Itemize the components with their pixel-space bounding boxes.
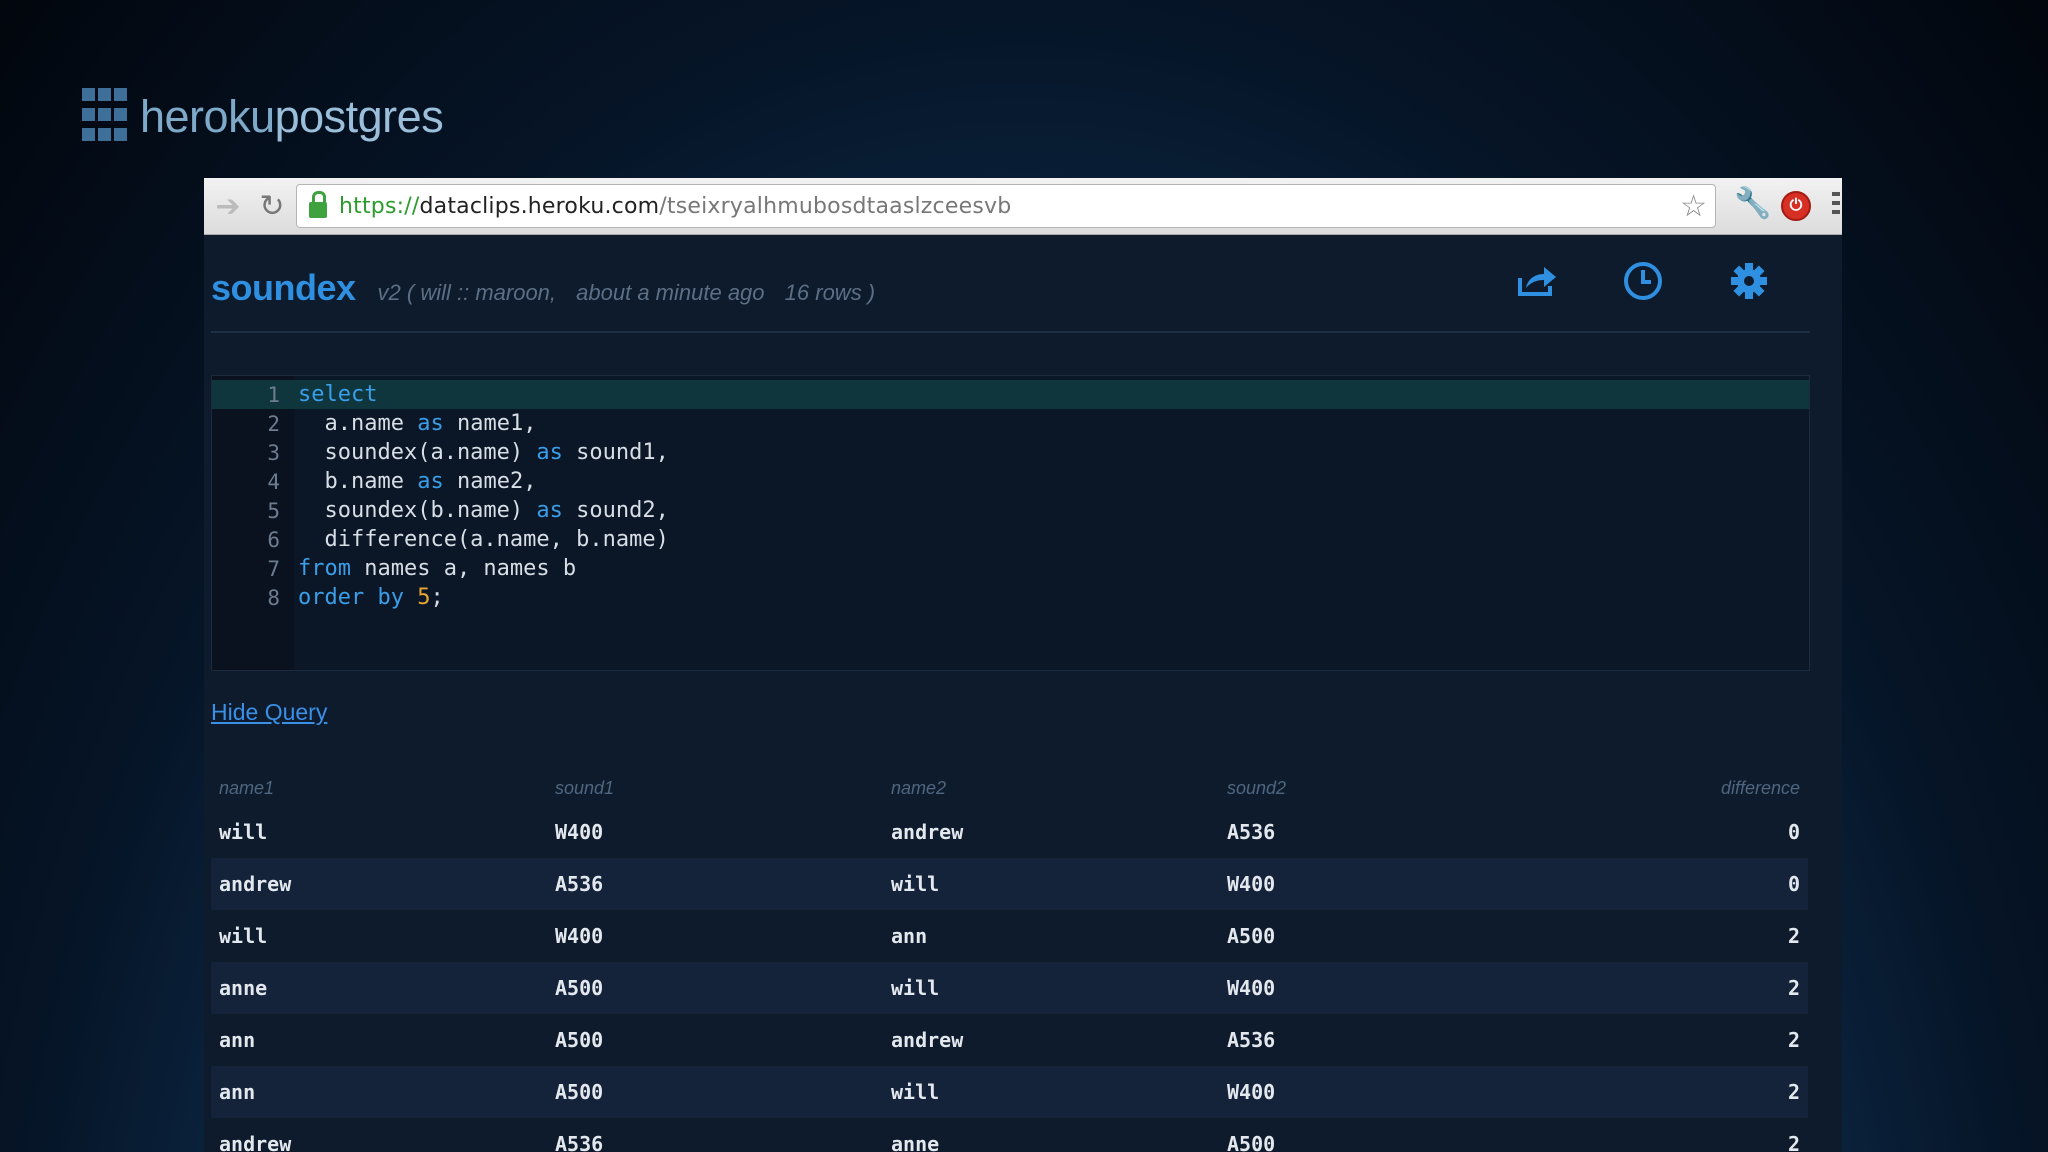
logo-grid-icon [82,88,128,146]
table-cell-name2: will [883,962,1219,1014]
code-text: select [298,382,378,407]
lock-icon [309,191,327,218]
clip-title: soundex [211,267,356,308]
table-cell-sound1: A500 [547,1066,883,1118]
column-header-sound2[interactable]: sound2 [1219,770,1555,806]
table-cell-sound2: A500 [1227,1132,1276,1152]
table-cell-sound2: W400 [1219,1066,1555,1118]
code-line: 3 soundex(a.name) as sound1, [212,438,1809,467]
results-header-row: name1 sound1 name2 sound2 difference [211,770,1808,806]
logo-text: herokupostgres [140,91,444,142]
table-cell-name1: anne [211,962,547,1014]
url-text: https://dataclips.heroku.com/tseixryalhm… [339,193,1012,219]
line-number: 2 [267,411,280,436]
code-line: 7 from names a, names b [212,554,1809,583]
herokupostgres-logo: herokupostgres [82,88,444,146]
table-cell-name1: andrew [219,1132,292,1152]
table-cell-difference: 2 [1787,1132,1800,1152]
table-cell-name1: will [219,820,268,844]
table-cell-name2: anne [891,1132,940,1152]
table-cell-sound2: A536 [1227,1028,1276,1052]
code-line: 6 difference(a.name, b.name) [212,525,1809,554]
menu-icon[interactable] [1832,192,1840,218]
sql-editor[interactable]: 1 select 2 a.name as name1, 3 soundex(a.nam… [211,375,1810,671]
table-cell-difference: 0 [1787,820,1800,844]
code-text: from names a, names b [298,556,577,581]
table-cell-name2: will [883,1066,1219,1118]
results-table: name1 sound1 name2 sound2 difference will W40… [211,770,1808,1152]
table-cell-difference: 2 [1555,962,1808,1014]
table-cell-difference: 2 [1787,1028,1800,1052]
code-line: 1 select [212,380,1809,409]
settings-gear-icon[interactable] [1722,259,1776,303]
wrench-icon[interactable]: 🔧 [1734,186,1771,221]
column-header-name2[interactable]: name2 [883,770,1219,806]
table-cell-sound1: A536 [547,858,883,910]
clip-meta: v2 ( will :: maroon, about a minute ago … [377,280,876,305]
table-row: will W400 andrew A536 0 [211,806,1808,858]
table-row: ann A500 will W400 2 [211,1066,1808,1118]
table-cell-sound2: W400 [1219,962,1555,1014]
table-cell-name1: ann [219,1028,256,1052]
line-number: 3 [267,440,280,465]
table-cell-difference: 2 [1555,1066,1808,1118]
code-text: a.name as name1, [298,411,537,436]
bookmark-star-icon[interactable]: ☆ [1680,189,1707,224]
extension-icon[interactable]: ⏻ [1781,191,1811,221]
table-cell-name1: will [219,924,268,948]
table-cell-sound2: A536 [1227,820,1276,844]
code-line: 5 soundex(b.name) as sound2, [212,496,1809,525]
reload-icon[interactable]: ↻ [250,184,294,228]
table-cell-name1: ann [211,1066,547,1118]
code-text: b.name as name2, [298,469,537,494]
address-bar[interactable]: https://dataclips.heroku.com/tseixryalhm… [296,184,1716,228]
history-clock-icon[interactable] [1616,259,1670,303]
forward-icon[interactable]: ➔ [206,184,250,228]
table-cell-name2: ann [891,924,928,948]
column-header-sound1[interactable]: sound1 [547,770,883,806]
code-text: soundex(a.name) as sound1, [298,440,669,465]
column-header-name1[interactable]: name1 [211,770,547,806]
table-row: anne A500 will W400 2 [211,962,1808,1014]
table-cell-sound1: W400 [555,820,604,844]
table-cell-difference: 0 [1555,858,1808,910]
browser-window: ➔ ↻ https://dataclips.heroku.com/tseixry… [204,178,1842,1152]
table-cell-sound1: W400 [555,924,604,948]
table-row: andrew A536 anne A500 2 [211,1118,1808,1152]
clip-header: soundex v2 ( will :: maroon, about a min… [211,235,1810,333]
table-cell-sound2: W400 [1219,858,1555,910]
table-cell-sound1: A536 [555,1132,604,1152]
table-cell-difference: 2 [1787,924,1800,948]
code-text: order by 5; [298,585,444,610]
browser-toolbar: ➔ ↻ https://dataclips.heroku.com/tseixry… [204,178,1842,235]
line-number: 6 [267,527,280,552]
table-row: will W400 ann A500 2 [211,910,1808,962]
line-number: 5 [267,498,280,523]
table-cell-name1: andrew [211,858,547,910]
table-cell-sound1: A500 [547,962,883,1014]
line-number: 4 [267,469,280,494]
line-number: 1 [267,382,280,407]
line-number: 8 [267,585,280,610]
table-row: ann A500 andrew A536 2 [211,1014,1808,1066]
hide-query-link[interactable]: Hide Query [211,699,327,726]
table-cell-name2: will [883,858,1219,910]
code-line: 4 b.name as name2, [212,467,1809,496]
code-line: 8 order by 5; [212,583,1809,612]
code-line: 2 a.name as name1, [212,409,1809,438]
code-text: soundex(b.name) as sound2, [298,498,669,523]
column-header-difference[interactable]: difference [1555,770,1808,806]
header-actions [1510,259,1776,303]
table-cell-sound1: A500 [555,1028,604,1052]
dataclip-page: soundex v2 ( will :: maroon, about a min… [204,235,1842,1152]
share-icon[interactable] [1510,259,1564,303]
table-cell-name2: andrew [891,1028,964,1052]
code-text: difference(a.name, b.name) [298,527,669,552]
table-row: andrew A536 will W400 0 [211,858,1808,910]
line-number: 7 [267,556,280,581]
table-cell-name2: andrew [891,820,964,844]
table-cell-sound2: A500 [1227,924,1276,948]
